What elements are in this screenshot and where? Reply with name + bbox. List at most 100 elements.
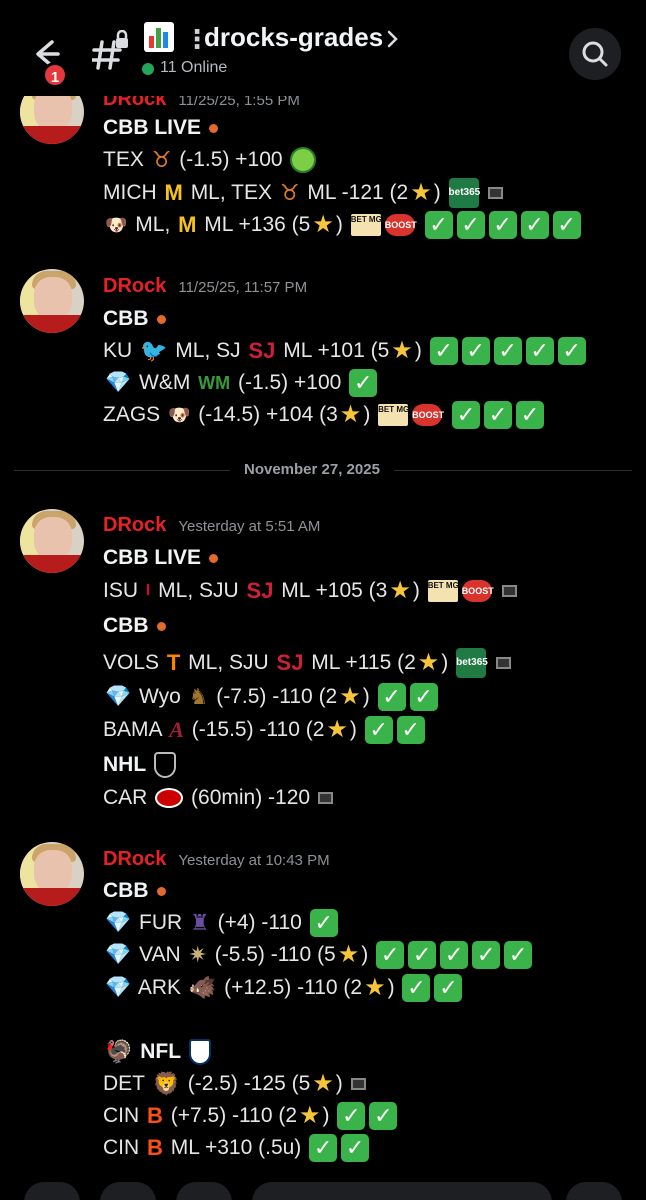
private-channel-hash-icon xyxy=(90,29,132,74)
vanderbilt-logo-icon: ✷ xyxy=(188,942,207,968)
hurricanes-logo-icon xyxy=(155,788,184,809)
sport-label: CBB xyxy=(103,307,149,330)
turkey-emoji-icon: 🦃 xyxy=(105,1039,133,1065)
check-icon: ✓ xyxy=(557,337,586,366)
sport-label: NHL xyxy=(103,753,146,776)
check-icon: ✓ xyxy=(309,909,338,938)
pending-square-icon xyxy=(495,657,511,670)
texas-longhorns-icon: ♉ xyxy=(151,147,172,173)
check-icon: ✓ xyxy=(429,337,458,366)
bet-text: (-2.5) -125 (5 xyxy=(187,1072,311,1095)
apps-button[interactable] xyxy=(100,1182,156,1200)
check-icon: ✓ xyxy=(309,1134,338,1163)
bet-text: ) xyxy=(335,213,343,236)
team-abbr: VAN xyxy=(139,943,181,966)
bet-text: ) xyxy=(441,651,449,674)
check-icon: ✓ xyxy=(440,941,469,970)
bet-text: (-15.5) -110 (2 xyxy=(191,718,325,741)
bet-text: ) xyxy=(335,1072,343,1095)
avatar[interactable] xyxy=(20,509,84,573)
bet-text: (+4) -110 xyxy=(217,911,302,934)
bet-text: ) xyxy=(433,181,441,204)
gem-icon: 💎 xyxy=(105,371,132,395)
star-icon: ★ xyxy=(410,179,432,207)
gift-button[interactable] xyxy=(176,1182,232,1200)
bet-text: (-7.5) -110 (2 xyxy=(216,685,338,708)
add-attachment-button[interactable] xyxy=(24,1182,80,1200)
message-line: 💎 FUR ♜ (+4) -110 ✓ xyxy=(103,906,340,940)
check-icon: ✓ xyxy=(402,974,431,1003)
pending-square-icon xyxy=(488,187,504,200)
channel-name[interactable]: drocks-grades xyxy=(204,22,383,53)
bet-text: ) xyxy=(414,339,422,362)
search-icon xyxy=(582,41,608,67)
bengals-logo-icon: B xyxy=(147,1103,163,1129)
bet-text: (+7.5) -110 (2 xyxy=(170,1104,298,1127)
nfl-shield-icon xyxy=(188,1039,211,1066)
sport-label: CBB LIVE xyxy=(103,116,202,139)
nauseated-face-emoji-icon xyxy=(290,147,317,174)
message-line: 🦃 NFL xyxy=(103,1035,213,1069)
check-icon: ✓ xyxy=(377,683,406,712)
message-line: CAR (60min) -120 xyxy=(103,781,335,815)
message-line: TEX ♉ (-1.5) +100 xyxy=(103,143,318,177)
message-line: KU 🐦 ML, SJ SJ ML +101 (5★) ✓ ✓ ✓ ✓ ✓ xyxy=(103,334,588,368)
team-abbr: CIN xyxy=(103,1136,140,1159)
bet-text: ) xyxy=(322,1104,330,1127)
bet-text: ML +310 (.5u) xyxy=(170,1136,302,1159)
bet-text: ML -121 (2 xyxy=(307,181,409,204)
michigan-logo-icon: M xyxy=(178,212,197,238)
pending-square-icon xyxy=(350,1078,366,1091)
author-name[interactable]: DRock xyxy=(103,275,166,297)
message-line: CBB LIVE xyxy=(103,111,220,145)
check-icon: ✓ xyxy=(349,369,378,398)
star-icon: ★ xyxy=(389,577,411,605)
star-icon: ★ xyxy=(417,649,440,677)
check-icon: ✓ xyxy=(461,337,490,366)
author-name[interactable]: DRock xyxy=(103,514,166,536)
team-abbr: VOLS xyxy=(103,651,160,674)
check-icon: ✓ xyxy=(376,941,405,970)
kansas-jayhawk-icon: 🐦 xyxy=(140,338,168,364)
star-icon: ★ xyxy=(364,974,386,1002)
boost-logo-icon: BOOST xyxy=(384,214,417,237)
gem-icon: 💎 xyxy=(105,685,132,709)
notification-badge: 1 xyxy=(42,62,68,88)
voice-message-button[interactable] xyxy=(566,1182,622,1200)
star-icon: ★ xyxy=(337,941,360,969)
alabama-logo-icon: A xyxy=(169,717,184,743)
st-johns-logo-icon: SJ xyxy=(276,650,304,676)
timestamp: 11/25/25, 11:57 PM xyxy=(178,279,308,296)
check-icon: ✓ xyxy=(364,716,393,745)
check-icon: ✓ xyxy=(396,716,425,745)
star-icon: ★ xyxy=(299,1102,321,1130)
team-abbr: MICH xyxy=(103,181,157,204)
message-input[interactable] xyxy=(252,1182,552,1200)
search-button[interactable] xyxy=(569,28,621,80)
bet-text: ) xyxy=(349,718,357,741)
star-icon: ★ xyxy=(312,211,334,239)
author-name[interactable]: DRock xyxy=(103,848,166,870)
avatar[interactable] xyxy=(20,842,84,906)
team-abbr: CIN xyxy=(103,1104,140,1127)
check-icon: ✓ xyxy=(456,211,485,240)
basketball-icon xyxy=(209,123,219,133)
nhl-shield-icon xyxy=(153,752,176,779)
check-icon: ✓ xyxy=(516,401,544,430)
avatar[interactable] xyxy=(20,269,84,333)
bet-text: ) xyxy=(363,403,371,426)
message-header: DRock Yesterday at 10:43 PM xyxy=(103,848,330,874)
iowa-state-logo-icon: I xyxy=(145,582,151,600)
star-icon: ★ xyxy=(312,1070,334,1098)
channel-header: 1 ⋮ drocks-grades 11 Online xyxy=(0,0,646,96)
sport-label: NFL xyxy=(140,1040,181,1063)
check-icon: ✓ xyxy=(552,211,581,240)
pending-square-icon xyxy=(317,792,333,805)
betmgm-logo-icon: BET MGM xyxy=(378,404,416,427)
chevron-right-icon[interactable] xyxy=(384,26,402,52)
bet-text: (-5.5) -110 (5 xyxy=(214,943,336,966)
basketball-icon xyxy=(209,553,219,563)
team-abbr: DET xyxy=(103,1072,145,1095)
sport-label: CBB LIVE xyxy=(103,546,202,569)
check-icon: ✓ xyxy=(504,941,533,970)
